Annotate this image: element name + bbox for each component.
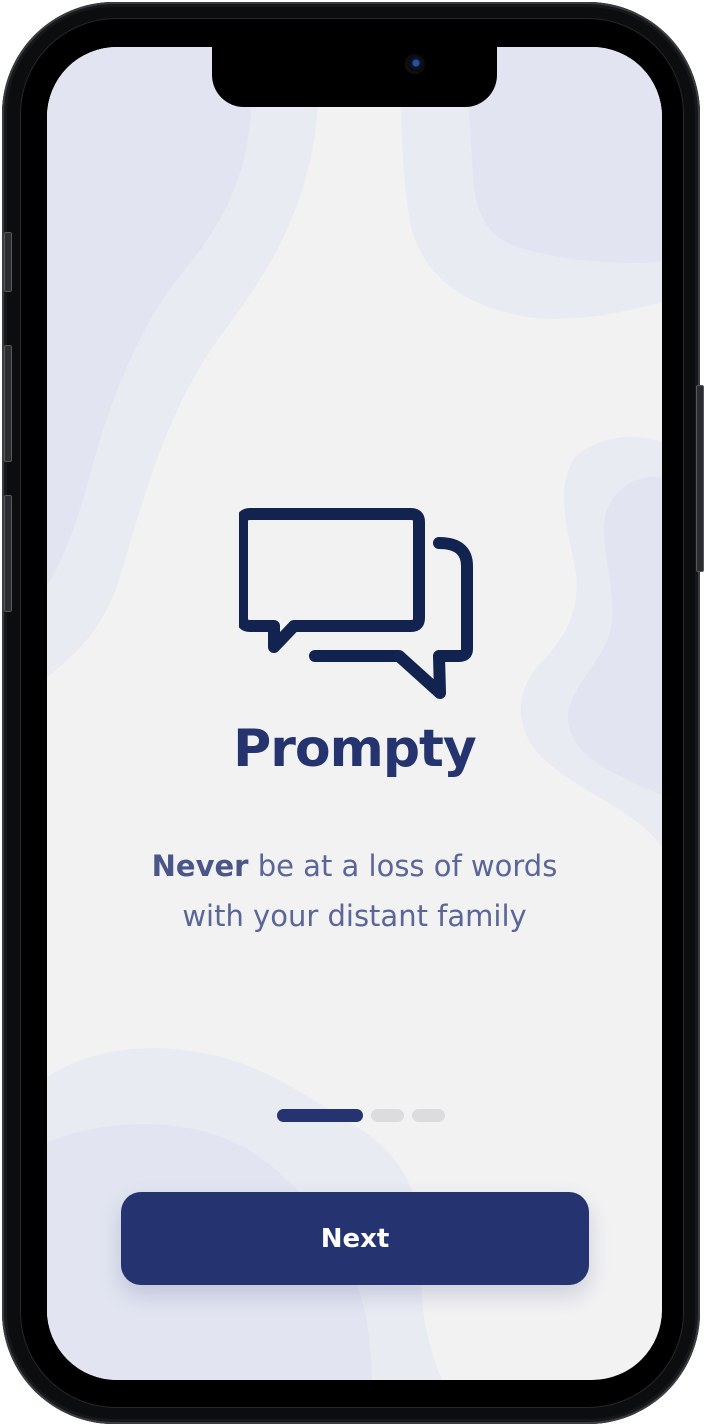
- app-title: Prompty: [233, 719, 477, 779]
- chat-bubbles-icon: [239, 508, 473, 699]
- next-button[interactable]: Next: [121, 1192, 589, 1285]
- volume-up-button: [4, 345, 12, 462]
- page-dot-1-active[interactable]: [277, 1109, 363, 1122]
- front-camera-icon: [405, 54, 425, 74]
- background-blobs: [47, 47, 662, 1380]
- page-dot-3[interactable]: [412, 1109, 445, 1122]
- silent-switch: [4, 232, 12, 292]
- tagline-emphasis: Never: [151, 849, 249, 883]
- tagline: Never be at a loss of words with your di…: [87, 841, 622, 941]
- page-indicator: [277, 1109, 445, 1123]
- app-screen: Prompty Never be at a loss of words with…: [47, 47, 662, 1380]
- power-button: [696, 385, 704, 572]
- notch: [212, 47, 497, 107]
- tagline-line1-rest: be at a loss of words: [248, 849, 558, 883]
- page-dot-2[interactable]: [371, 1109, 404, 1122]
- volume-down-button: [4, 495, 12, 612]
- tagline-line2: with your distant family: [182, 899, 527, 933]
- phone-frame: Prompty Never be at a loss of words with…: [0, 0, 704, 1427]
